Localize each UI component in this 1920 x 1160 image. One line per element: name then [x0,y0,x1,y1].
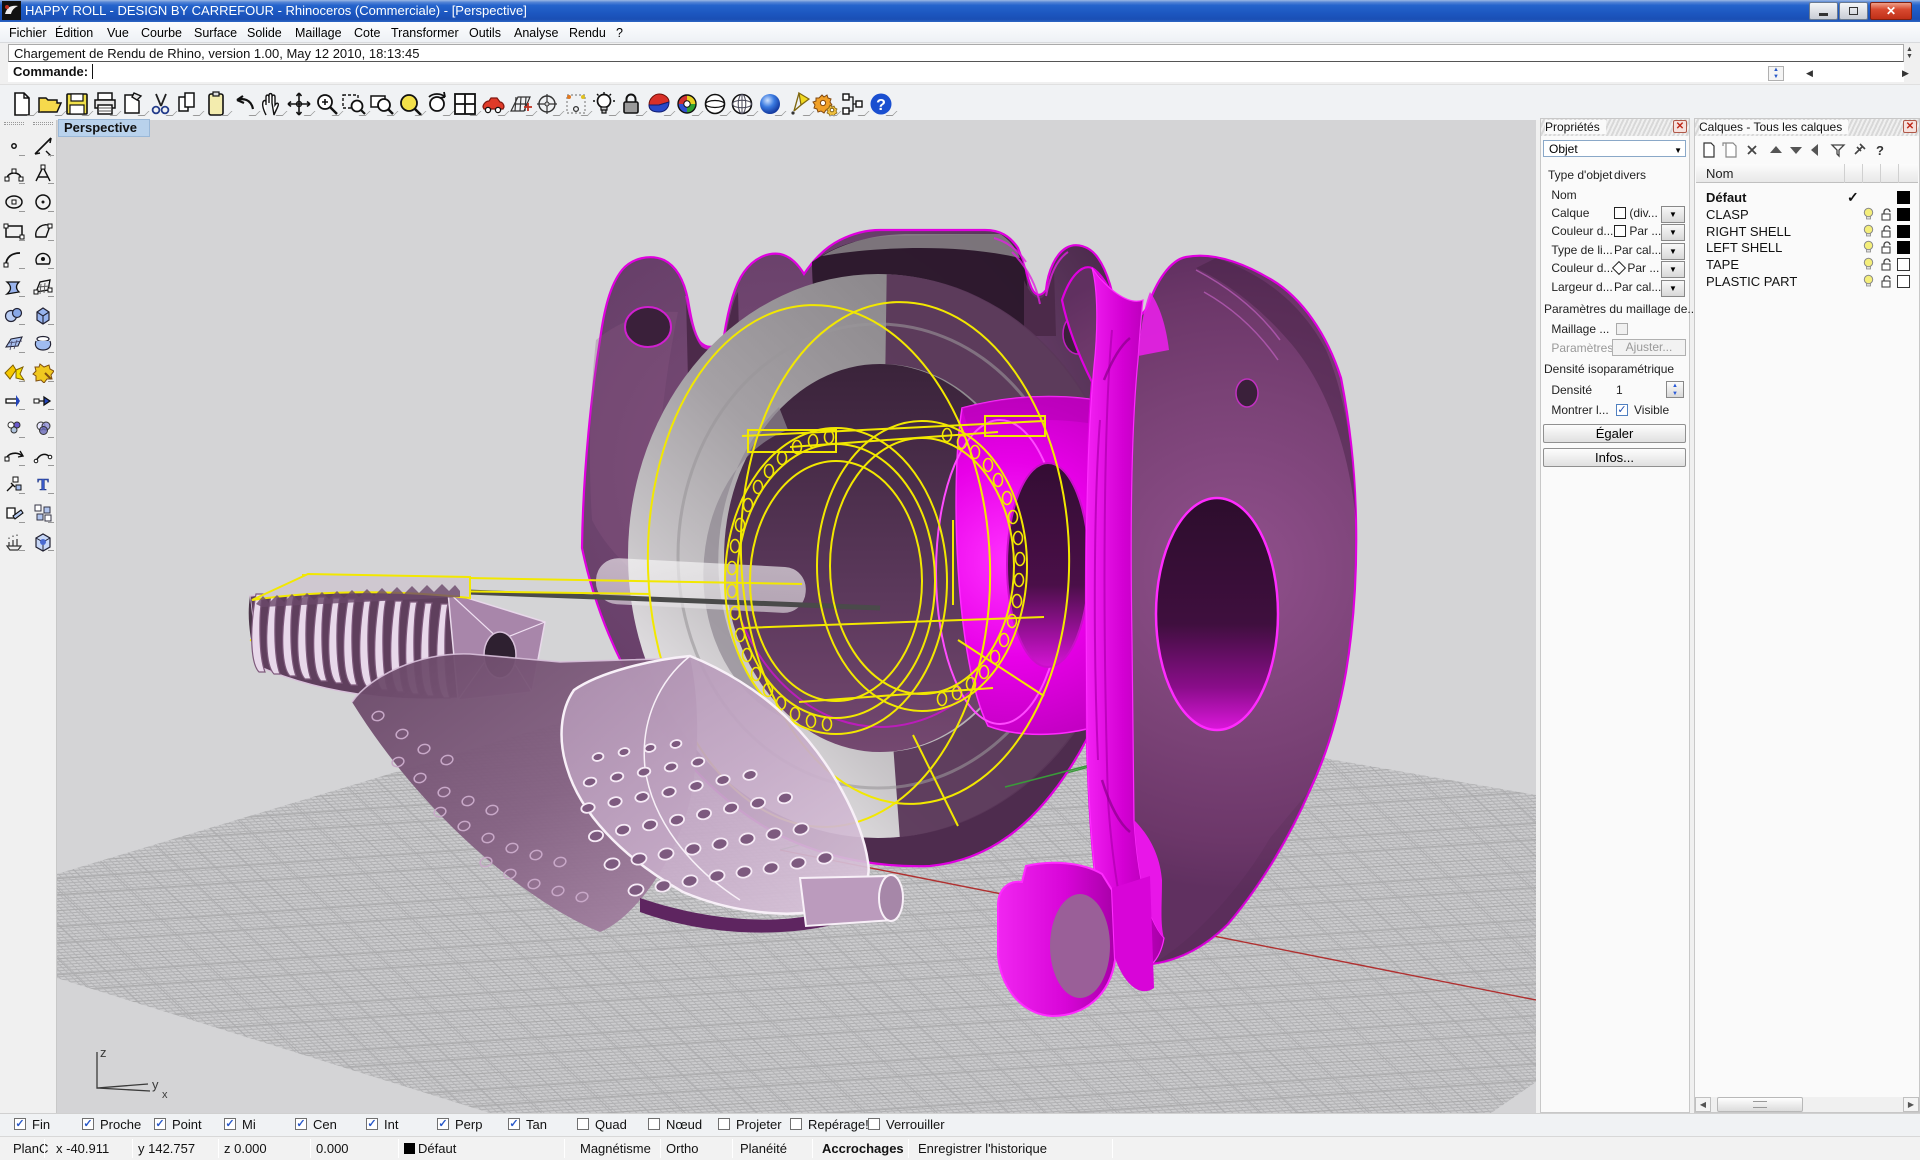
svg-text:?: ? [876,97,886,114]
svg-text:y: y [152,1077,159,1092]
svg-text:?: ? [1876,143,1884,158]
svg-text:z: z [100,1045,107,1060]
svg-text:x: x [162,1089,168,1101]
